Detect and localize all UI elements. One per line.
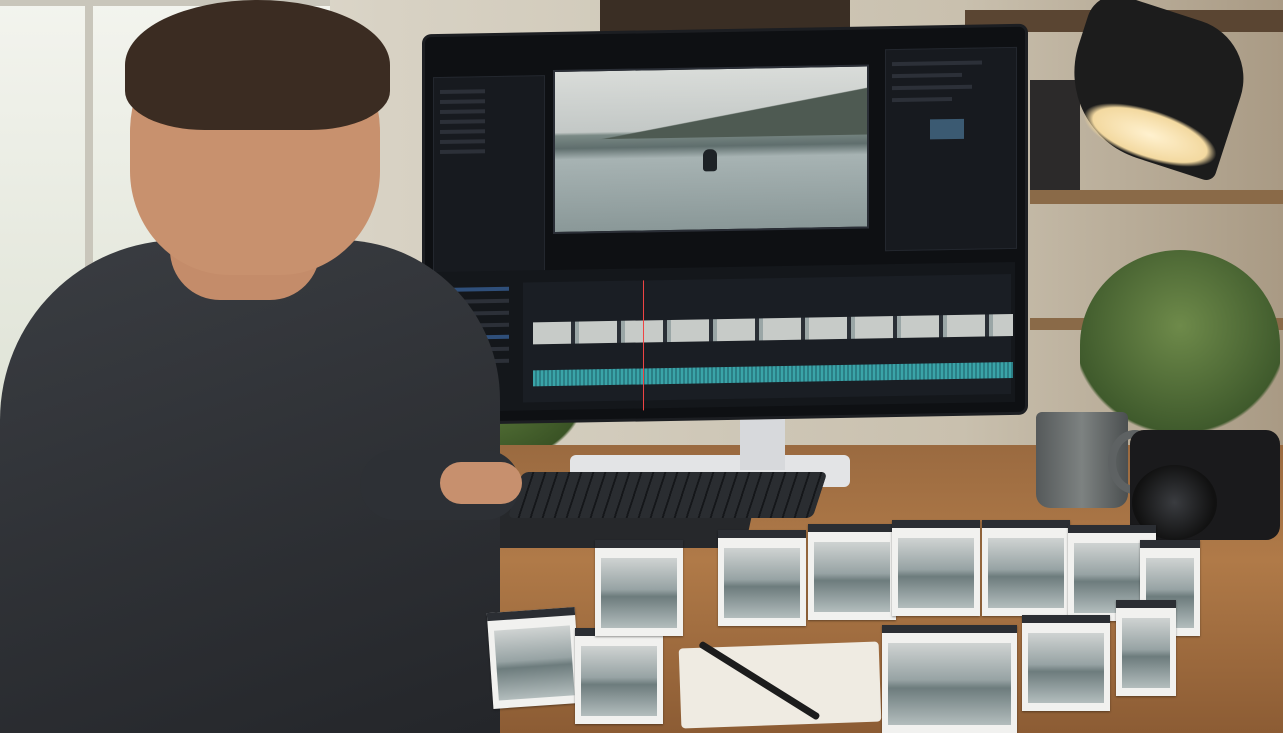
thumbnail bbox=[930, 118, 964, 140]
audio-waveform bbox=[533, 361, 1013, 387]
film-frame bbox=[882, 625, 1017, 733]
track-area bbox=[523, 274, 1013, 411]
person-hair bbox=[125, 0, 390, 130]
film-frame bbox=[982, 520, 1070, 616]
playhead bbox=[643, 280, 644, 411]
wall-shelf bbox=[1030, 190, 1283, 204]
timeline-panel bbox=[433, 261, 1015, 413]
monitor bbox=[425, 26, 1025, 423]
film-frame bbox=[808, 524, 896, 620]
film-frame bbox=[1022, 615, 1110, 711]
list-item bbox=[440, 119, 485, 124]
list-item bbox=[440, 99, 485, 104]
list-item bbox=[440, 89, 485, 94]
mountains bbox=[555, 84, 867, 140]
film-frame bbox=[1116, 600, 1176, 696]
video-preview bbox=[553, 64, 869, 235]
film-frame bbox=[595, 540, 683, 636]
notebook bbox=[678, 641, 882, 729]
list-item bbox=[892, 60, 982, 67]
film-frame bbox=[575, 628, 663, 724]
keyboard bbox=[507, 472, 828, 518]
list-item bbox=[892, 84, 972, 91]
list-item bbox=[440, 109, 485, 114]
list-item bbox=[440, 139, 485, 144]
film-frame bbox=[892, 520, 980, 616]
kayaker bbox=[703, 149, 717, 172]
list-item bbox=[440, 149, 485, 154]
video-track bbox=[533, 313, 1013, 345]
person-hand bbox=[440, 462, 522, 504]
film-frame bbox=[486, 607, 582, 709]
list-item bbox=[440, 129, 485, 134]
list-item bbox=[892, 97, 952, 103]
inspector-panel bbox=[885, 46, 1017, 252]
list-item bbox=[892, 72, 962, 79]
film-frame bbox=[718, 530, 806, 626]
media-browser-panel bbox=[433, 75, 545, 290]
monitor-stand bbox=[740, 415, 785, 470]
books bbox=[1030, 80, 1080, 190]
